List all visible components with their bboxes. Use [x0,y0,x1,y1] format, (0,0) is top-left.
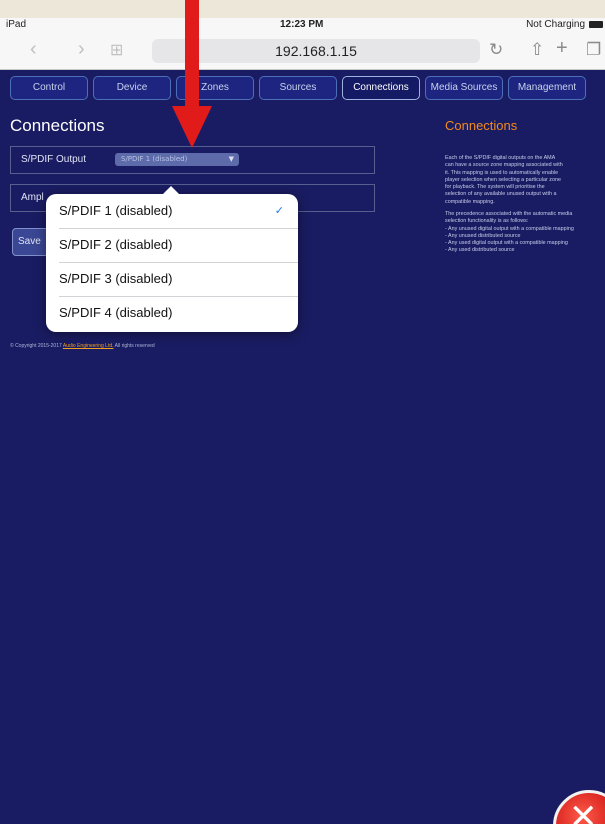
amplifier-label: Ampl [21,192,44,203]
forward-icon[interactable]: › [78,39,85,59]
option-label: S/PDIF 2 (disabled) [59,237,173,252]
tab-sources[interactable]: Sources [259,76,337,100]
chevron-down-icon: ▼ [228,155,234,163]
page-title: Connections [10,116,105,135]
tabs-icon[interactable]: ❐ [586,40,601,60]
option-label: S/PDIF 4 (disabled) [59,305,173,320]
tab-management[interactable]: Management [508,76,586,100]
bookmarks-icon[interactable]: ⊞ [110,41,123,61]
spdif-dropdown-popover: S/PDIF 1 (disabled) ✓ S/PDIF 2 (disabled… [46,186,298,332]
help-title: Connections [445,118,518,133]
battery-icon [589,21,603,28]
clock: 12:23 PM [280,19,324,30]
dropdown-option-spdif-2[interactable]: S/PDIF 2 (disabled) [46,228,298,262]
help-paragraph-2: The precedence associated with the autom… [445,211,574,254]
help-paragraph-1: Each of the S/PDIF digital outputs on th… [445,155,563,205]
copyright-footer: © Copyright 2015-2017 Audio Engineering … [10,343,155,349]
company-link[interactable]: Audio Engineering Ltd. [63,343,114,349]
dropdown-option-spdif-4[interactable]: S/PDIF 4 (disabled) [46,296,298,330]
tab-media-sources[interactable]: Media Sources [425,76,503,100]
status-bar: iPad 12:23 PM Not Charging [0,18,605,32]
option-label: S/PDIF 1 (disabled) [59,203,173,218]
browser-toolbar: ‹ › ⊞ 192.168.1.15 ↻ ⇧ + ❐ [0,32,605,70]
tab-connections[interactable]: Connections [342,76,420,100]
back-icon[interactable]: ‹ [30,39,37,59]
ipad-screen: iPad 12:23 PM Not Charging ‹ › ⊞ 192.168… [0,18,605,824]
option-label: S/PDIF 3 (disabled) [59,271,173,286]
battery-status: Not Charging [526,19,585,30]
tab-control[interactable]: Control [10,76,88,100]
main-nav-tabs: Control Device Zones Sources Connections… [10,76,605,100]
arrow-annotation-shaft [185,0,199,108]
spdif-select-value: S/PDIF 1 (disabled) [121,155,188,163]
arrow-annotation-icon [172,106,212,148]
copyright-suffix: All rights reserved [114,343,155,349]
spdif-output-select[interactable]: S/PDIF 1 (disabled) ▼ [115,153,239,166]
dropdown-option-spdif-3[interactable]: S/PDIF 3 (disabled) [46,262,298,296]
spdif-output-label: S/PDIF Output [21,154,87,165]
device-name: iPad [6,19,27,30]
reload-icon[interactable]: ↻ [489,40,503,60]
spdif-output-row: S/PDIF Output S/PDIF 1 (disabled) ▼ [10,146,375,174]
share-icon[interactable]: ⇧ [530,40,544,60]
dropdown-option-spdif-1[interactable]: S/PDIF 1 (disabled) ✓ [46,194,298,228]
close-icon[interactable]: ✕ [553,790,605,824]
copyright-prefix: © Copyright 2015-2017 [10,343,62,349]
tab-device[interactable]: Device [93,76,171,100]
url-field[interactable]: 192.168.1.15 [152,39,480,63]
checkmark-icon: ✓ [274,205,284,217]
new-tab-icon[interactable]: + [556,38,568,58]
